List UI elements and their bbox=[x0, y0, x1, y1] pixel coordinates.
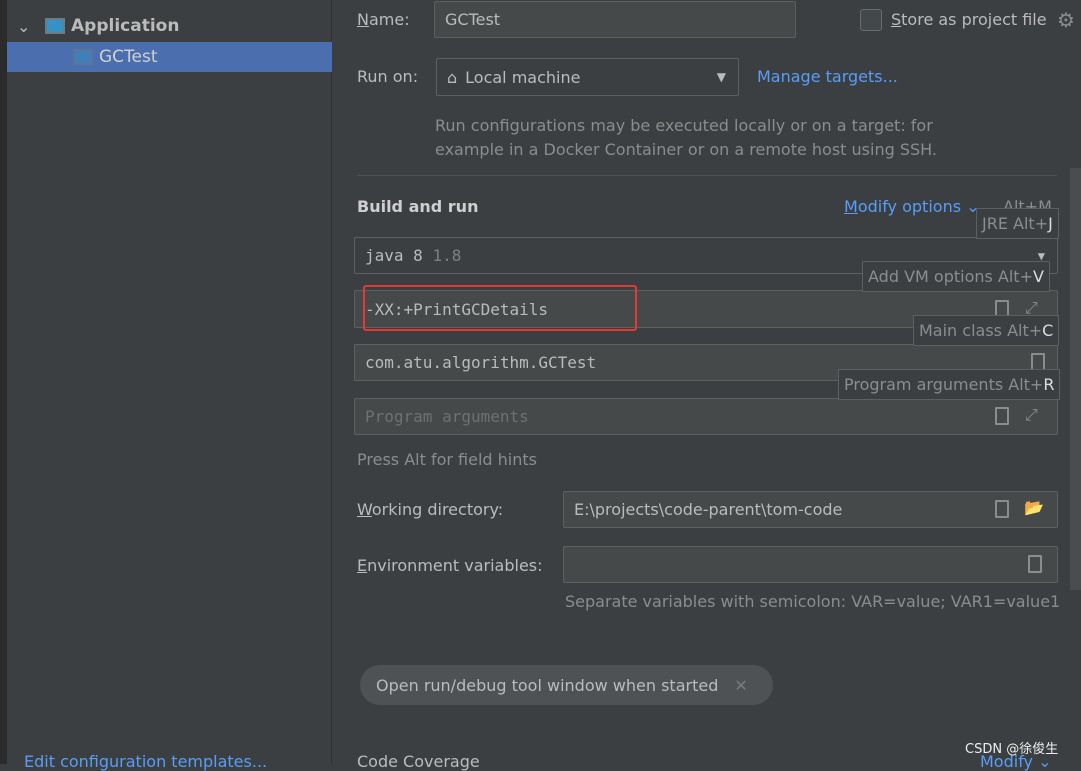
run-debug-chip[interactable]: Open run/debug tool window when started ✕ bbox=[360, 665, 773, 705]
store-checkbox[interactable] bbox=[860, 9, 882, 31]
field-hints: Press Alt for field hints bbox=[357, 450, 537, 469]
gear-icon[interactable]: ⚙ bbox=[1057, 8, 1075, 32]
build-run-heading: Build and run bbox=[357, 197, 479, 216]
modify-options-link[interactable]: Modify options ⌄ bbox=[844, 197, 980, 216]
store-label[interactable]: Store as project file bbox=[891, 10, 1047, 29]
document-icon[interactable] bbox=[995, 500, 1009, 518]
watermark: CSDN @徐俊生 bbox=[965, 742, 1059, 757]
expand-icon[interactable]: ⤢ bbox=[1025, 405, 1038, 425]
highlight-box bbox=[363, 285, 637, 331]
application-icon bbox=[73, 49, 93, 65]
home-icon: ⌂ bbox=[447, 67, 458, 87]
run-on-hint-2: example in a Docker Container or on a re… bbox=[435, 140, 937, 159]
chevron-down-icon: ⌄ bbox=[17, 16, 31, 36]
tooltip-vm: Add VM options Alt+ V bbox=[862, 261, 1050, 292]
group-label: Application bbox=[71, 16, 180, 36]
run-on-label: Run on: bbox=[357, 67, 419, 86]
run-on-hint: Run configurations may be executed local… bbox=[435, 116, 933, 135]
env-label: Environment variables: bbox=[357, 556, 543, 575]
application-icon bbox=[45, 18, 65, 34]
tooltip-main: Main class Alt+ C bbox=[913, 315, 1060, 346]
dropdown-arrow-icon: ▼ bbox=[716, 70, 726, 84]
env-input[interactable] bbox=[563, 546, 1058, 583]
env-hint: Separate variables with semicolon: VAR=v… bbox=[565, 592, 1061, 611]
divider bbox=[357, 175, 1057, 176]
working-dir-label: Working directory: bbox=[357, 500, 504, 519]
edit-templates-link[interactable]: Edit configuration templates... bbox=[24, 752, 267, 771]
config-tree-panel bbox=[7, 0, 332, 764]
working-dir-input[interactable]: E:\projects\code-parent\tom-code bbox=[563, 491, 1058, 528]
name-input[interactable]: GCTest bbox=[434, 1, 796, 38]
scrollbar[interactable] bbox=[1070, 168, 1081, 590]
folder-icon[interactable]: 📂 bbox=[1024, 498, 1044, 517]
code-coverage-heading: Code Coverage bbox=[357, 752, 480, 771]
editor-strip bbox=[0, 0, 7, 764]
tree-item-gctest[interactable]: GCTest bbox=[7, 42, 332, 72]
program-args-input[interactable]: Program arguments bbox=[354, 398, 1058, 435]
tooltip-args: Program arguments Alt+ R bbox=[838, 369, 1061, 400]
close-icon[interactable]: ✕ bbox=[734, 676, 747, 695]
tooltip-jre: JRE Alt+ J bbox=[976, 208, 1059, 239]
name-label: Name: bbox=[357, 10, 410, 29]
item-label: GCTest bbox=[99, 47, 158, 67]
tree-group-application[interactable]: ⌄ Application bbox=[7, 11, 332, 41]
manage-targets-link[interactable]: Manage targets... bbox=[757, 67, 898, 86]
document-icon[interactable] bbox=[1028, 555, 1042, 573]
document-icon[interactable] bbox=[995, 407, 1009, 425]
run-on-select[interactable]: ⌂ Local machine ▼ bbox=[436, 58, 739, 96]
